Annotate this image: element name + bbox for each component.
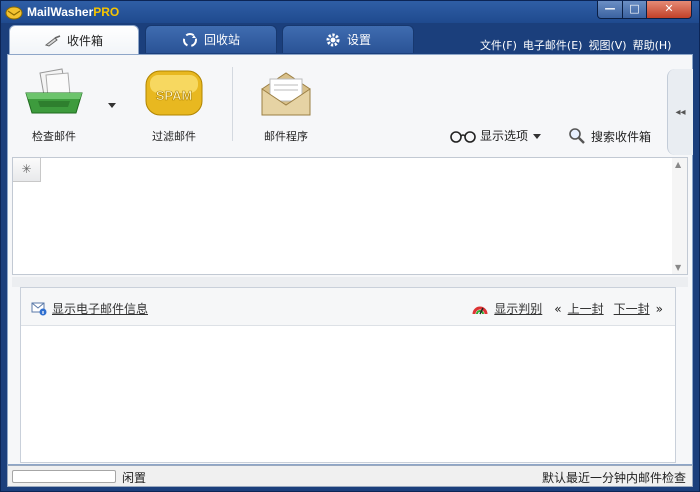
next-arrow-icon: »	[655, 301, 663, 316]
show-verdict-link[interactable]: 显示判别	[494, 300, 542, 317]
status-idle-text: 闲置	[122, 471, 147, 485]
recycle-icon	[182, 32, 197, 47]
search-inbox-button[interactable]: 搜索收件箱	[568, 127, 651, 145]
tab-inbox[interactable]: 收件箱	[9, 25, 139, 55]
toolbar: 检查邮件 SPAM 过滤邮件 邮件程序 显示选项 搜索收件箱 ◂◂	[8, 55, 693, 155]
app-title-main: MailWasher	[27, 5, 94, 19]
glasses-icon	[450, 130, 476, 143]
progress-bar	[12, 470, 116, 483]
main-panel: 检查邮件 SPAM 过滤邮件 邮件程序 显示选项 搜索收件箱 ◂◂ ✳ ▲ ▼ …	[7, 54, 693, 465]
spam-filter-icon: SPAM	[145, 70, 203, 116]
app-window: MailWasherPRO — □ ✕ 收件箱 回收站 设置 文件(F) 电子邮…	[0, 0, 700, 492]
pane-splitter[interactable]	[12, 277, 688, 287]
prev-message-link[interactable]: 上一封	[568, 300, 604, 317]
check-mail-label: 检查邮件	[32, 130, 76, 143]
mail-program-button[interactable]: 邮件程序	[246, 67, 326, 144]
menu-view[interactable]: 视图(V)	[585, 37, 629, 53]
gear-icon	[326, 33, 340, 46]
status-bar: 闲置 默认最近一分钟内邮件检查	[7, 465, 693, 487]
chevron-down-icon	[533, 133, 542, 139]
check-mail-dropdown-icon[interactable]	[108, 101, 116, 109]
search-icon	[569, 128, 585, 144]
maximize-button[interactable]: □	[622, 1, 647, 19]
verdict-gauge-icon	[472, 306, 488, 314]
toolbar-separator	[232, 67, 233, 141]
display-options-label: 显示选项	[480, 129, 529, 143]
message-navigation: 显示判别 « 上一封 下一封 »	[472, 300, 663, 317]
tab-settings-label: 设置	[346, 33, 371, 47]
show-email-info-label: 显示电子邮件信息	[52, 302, 149, 316]
check-mail-icon	[25, 68, 83, 114]
spinner-icon: ✳	[21, 162, 32, 176]
mail-program-label: 邮件程序	[264, 130, 308, 143]
filter-mail-label: 过滤邮件	[152, 130, 196, 143]
check-mail-button[interactable]: 检查邮件	[14, 67, 94, 144]
side-panel-toggle[interactable]: ◂◂	[667, 69, 693, 155]
tab-settings[interactable]: 设置	[282, 25, 414, 53]
title-bar[interactable]: MailWasherPRO — □ ✕	[1, 1, 699, 23]
app-title-suffix: PRO	[93, 5, 120, 19]
scroll-down-icon[interactable]: ▼	[675, 263, 681, 272]
preview-pane: 显示电子邮件信息 显示判别 « 上一封 下一封 »	[20, 287, 676, 463]
menu-email[interactable]: 电子邮件(E)	[520, 37, 586, 53]
preview-header: 显示电子邮件信息 显示判别 « 上一封 下一封 »	[21, 288, 675, 326]
menu-file[interactable]: 文件(F)	[477, 37, 520, 53]
message-list-scrollbar[interactable]: ▲ ▼	[672, 158, 687, 274]
menu-help[interactable]: 帮助(H)	[630, 37, 675, 53]
close-button[interactable]: ✕	[646, 1, 692, 19]
search-inbox-label: 搜索收件箱	[591, 129, 652, 144]
status-check-info: 默认最近一分钟内邮件检查	[541, 471, 686, 485]
display-options-button[interactable]: 显示选项	[450, 127, 542, 144]
tab-inbox-label: 收件箱	[66, 34, 103, 48]
app-logo-icon	[5, 6, 23, 20]
filter-mail-button[interactable]: SPAM 过滤邮件	[134, 67, 214, 144]
menu-bar: 文件(F) 电子邮件(E) 视图(V) 帮助(H)	[477, 37, 674, 53]
app-title: MailWasherPRO	[27, 5, 119, 19]
collapse-arrows-icon: ◂◂	[675, 106, 686, 118]
spam-badge-text: SPAM	[156, 88, 193, 103]
minimize-button[interactable]: —	[597, 1, 623, 19]
column-header-loading[interactable]: ✳	[13, 158, 41, 182]
tab-recycle-label: 回收站	[203, 33, 240, 47]
tab-recycle-bin[interactable]: 回收站	[145, 25, 277, 53]
broom-icon	[44, 34, 61, 47]
prev-arrow-icon: «	[554, 301, 562, 316]
show-email-info-link[interactable]: 显示电子邮件信息	[31, 300, 148, 317]
next-message-link[interactable]: 下一封	[614, 300, 650, 317]
envelope-icon	[261, 72, 311, 116]
email-info-icon	[31, 302, 47, 315]
scroll-up-icon[interactable]: ▲	[675, 160, 681, 169]
message-list[interactable]: ✳ ▲ ▼	[12, 157, 688, 275]
